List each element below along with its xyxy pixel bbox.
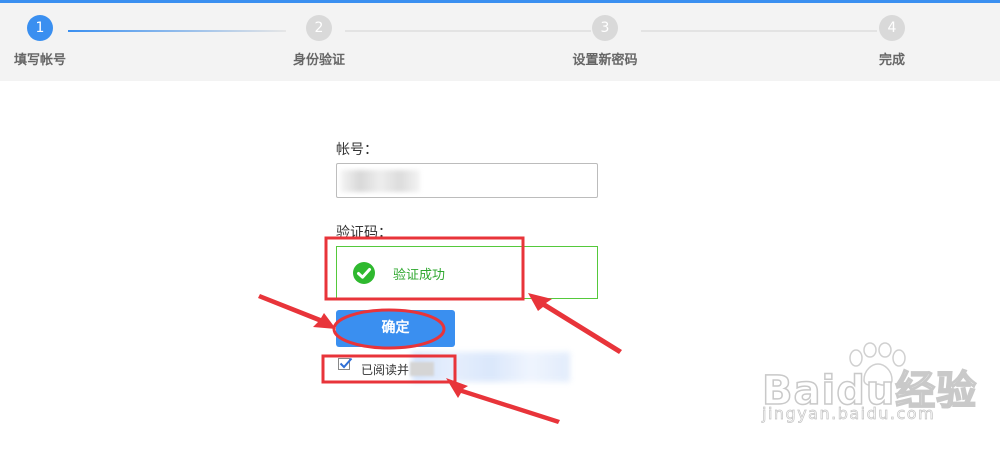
step-number: 4 [879, 15, 905, 41]
step-number: 2 [306, 15, 332, 41]
arrow-to-agree [446, 378, 560, 424]
step-label: 设置新密码 [572, 53, 638, 68]
step-number: 3 [592, 15, 618, 41]
step-number: 1 [27, 15, 53, 41]
redacted-agreement-link [412, 352, 570, 382]
redacted-account-value [340, 170, 420, 192]
captcha-box[interactable] [336, 246, 598, 299]
step-label: 身份验证 [292, 53, 345, 68]
confirm-button[interactable]: 确定 [336, 310, 455, 347]
progress-steps: 1 填写帐号 2 身份验证 3 设置新密码 4 完成 [0, 3, 1000, 81]
step-2: 2 身份验证 [259, 15, 379, 68]
check-circle-icon [353, 262, 375, 284]
redacted-text [410, 362, 434, 376]
arrow-to-captcha [528, 293, 622, 354]
agree-text: 已阅读并 [361, 363, 410, 377]
account-label: 帐号： [336, 142, 378, 158]
arrow-to-confirm [258, 294, 336, 329]
captcha-status: 验证成功 [393, 268, 446, 283]
watermark-url: jingyan.baidu.com [762, 404, 936, 424]
step-label: 填写帐号 [13, 53, 66, 68]
step-label: 完成 [878, 53, 905, 68]
baidu-watermark: Baidu经验 jingyan.baidu.com [761, 338, 994, 430]
step-1: 1 填写帐号 [0, 15, 100, 68]
step-4: 4 完成 [832, 15, 952, 68]
captcha-label: 验证码： [336, 225, 392, 241]
agree-checkbox[interactable] [338, 357, 353, 370]
step-connector-1-2 [68, 30, 286, 32]
step-3: 3 设置新密码 [545, 15, 665, 68]
